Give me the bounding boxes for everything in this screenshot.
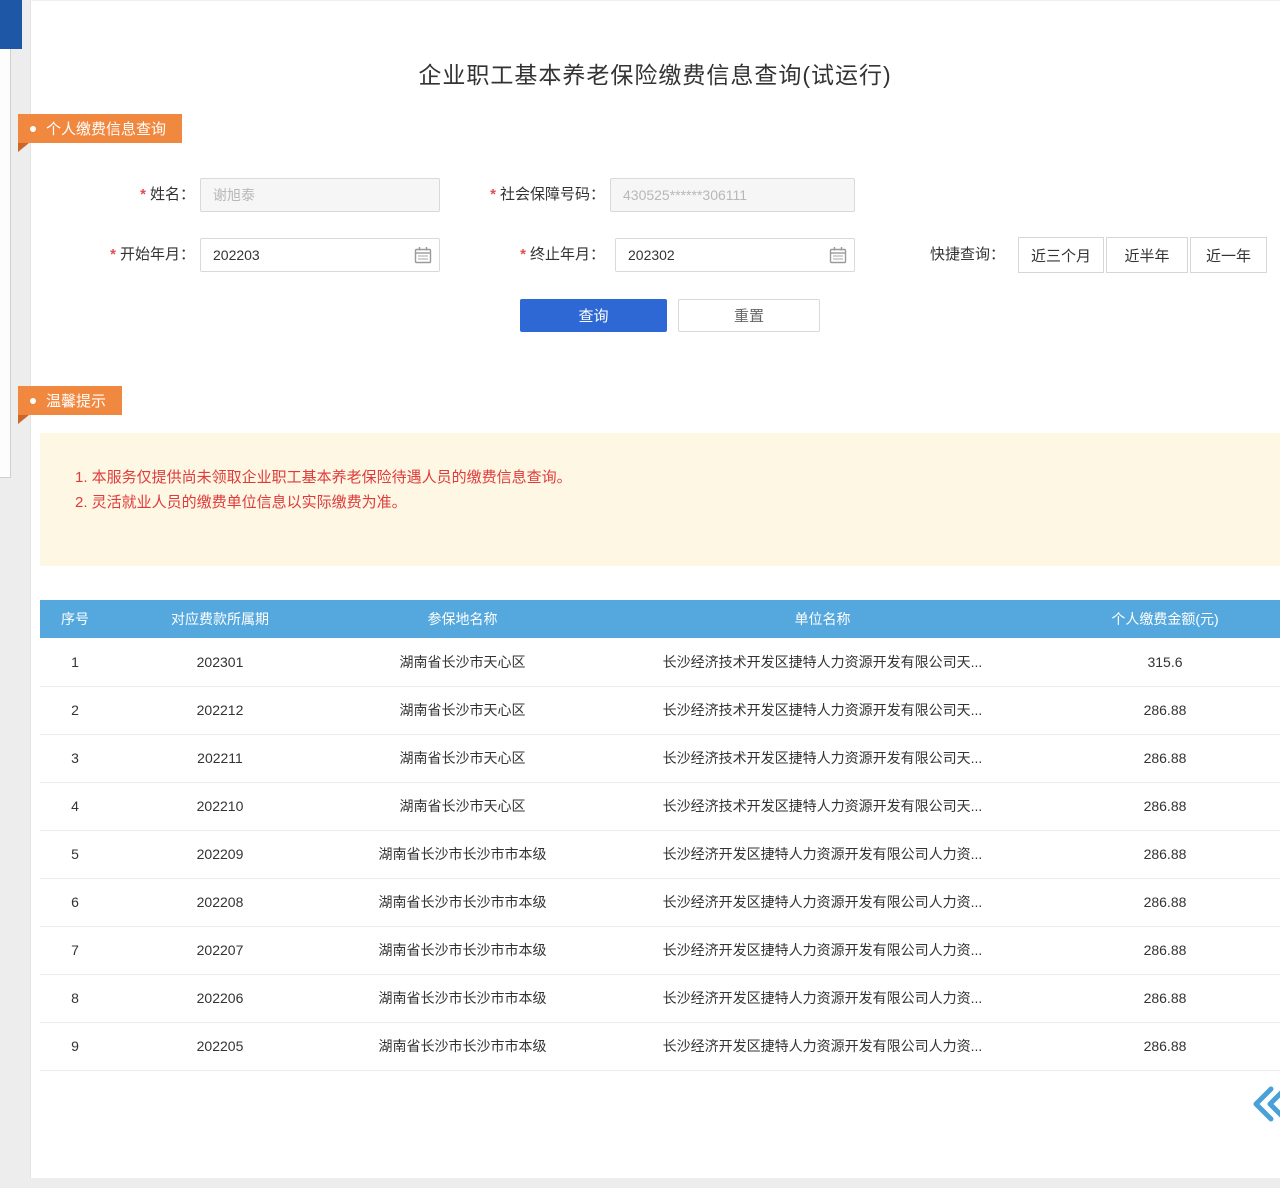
table-cell: 286.88 <box>1050 974 1280 1022</box>
table-row: 3202211湖南省长沙市天心区长沙经济技术开发区捷特人力资源开发有限公司天..… <box>40 734 1280 782</box>
section-badge-query-label: 个人缴费信息查询 <box>46 118 166 139</box>
section-badge-query: 个人缴费信息查询 <box>18 114 182 143</box>
section-badge-tips: 温馨提示 <box>18 386 122 415</box>
start-month-label: *开始年月： <box>85 238 195 272</box>
ssn-label: *社会保障号码： <box>455 178 605 212</box>
table-cell: 长沙经济开发区捷特人力资源开发有限公司人力资... <box>595 974 1050 1022</box>
bullet-icon <box>30 126 36 132</box>
query-button[interactable]: 查询 <box>520 299 667 332</box>
table-cell: 湖南省长沙市长沙市市本级 <box>330 926 595 974</box>
table-cell: 286.88 <box>1050 1022 1280 1070</box>
table-cell: 2 <box>40 686 110 734</box>
table-row: 8202206湖南省长沙市长沙市市本级长沙经济开发区捷特人力资源开发有限公司人力… <box>40 974 1280 1022</box>
name-label: *姓名： <box>85 178 195 212</box>
ssn-input <box>610 178 855 212</box>
table-cell: 315.6 <box>1050 638 1280 686</box>
table-cell: 9 <box>40 1022 110 1070</box>
table-row: 6202208湖南省长沙市长沙市市本级长沙经济开发区捷特人力资源开发有限公司人力… <box>40 878 1280 926</box>
ribbon-fold <box>18 415 29 424</box>
table-cell: 湖南省长沙市天心区 <box>330 734 595 782</box>
table-cell: 202205 <box>110 1022 330 1070</box>
required-marker: * <box>520 246 526 263</box>
table-cell: 湖南省长沙市长沙市市本级 <box>330 1022 595 1070</box>
table-cell: 286.88 <box>1050 734 1280 782</box>
table-cell: 202212 <box>110 686 330 734</box>
table-cell: 长沙经济技术开发区捷特人力资源开发有限公司天... <box>595 782 1050 830</box>
quick-option-oneyear[interactable]: 近一年 <box>1190 237 1267 273</box>
table-cell: 4 <box>40 782 110 830</box>
table-cell: 7 <box>40 926 110 974</box>
required-marker: * <box>140 186 146 203</box>
end-month-input[interactable] <box>615 238 855 272</box>
table-cell: 202211 <box>110 734 330 782</box>
table-cell: 湖南省长沙市长沙市市本级 <box>330 974 595 1022</box>
table-cell: 202209 <box>110 830 330 878</box>
table-cell: 湖南省长沙市长沙市市本级 <box>330 878 595 926</box>
tips-line-1: 1. 本服务仅提供尚未领取企业职工基本养老保险待遇人员的缴费信息查询。 <box>75 465 1260 490</box>
table-cell: 长沙经济技术开发区捷特人力资源开发有限公司天... <box>595 638 1050 686</box>
table-cell: 202208 <box>110 878 330 926</box>
table-cell: 8 <box>40 974 110 1022</box>
table-cell: 长沙经济开发区捷特人力资源开发有限公司人力资... <box>595 878 1050 926</box>
table-cell: 286.88 <box>1050 686 1280 734</box>
page-title: 企业职工基本养老保险缴费信息查询(试运行) <box>30 56 1280 90</box>
table-cell: 湖南省长沙市天心区 <box>330 638 595 686</box>
table-cell: 1 <box>40 638 110 686</box>
table-row: 5202209湖南省长沙市长沙市市本级长沙经济开发区捷特人力资源开发有限公司人力… <box>40 830 1280 878</box>
table-cell: 长沙经济技术开发区捷特人力资源开发有限公司天... <box>595 734 1050 782</box>
table-cell: 202207 <box>110 926 330 974</box>
page-background: { "title": "企业职工基本养老保险缴费信息查询(试运行)", "bad… <box>0 0 1280 1188</box>
left-sidebar-edge <box>0 0 11 478</box>
table-row: 2202212湖南省长沙市天心区长沙经济技术开发区捷特人力资源开发有限公司天..… <box>40 686 1280 734</box>
start-month-input[interactable] <box>200 238 440 272</box>
corner-accent-tab <box>0 0 22 49</box>
required-marker: * <box>110 246 116 263</box>
name-input <box>200 178 440 212</box>
table-cell: 湖南省长沙市天心区 <box>330 782 595 830</box>
bullet-icon <box>30 398 36 404</box>
table-cell: 湖南省长沙市天心区 <box>330 686 595 734</box>
col-header-employer: 单位名称 <box>595 600 1050 638</box>
table-row: 9202205湖南省长沙市长沙市市本级长沙经济开发区捷特人力资源开发有限公司人力… <box>40 1022 1280 1070</box>
col-header-amount: 个人缴费金额(元) <box>1050 600 1280 638</box>
table-cell: 202210 <box>110 782 330 830</box>
table-row: 4202210湖南省长沙市天心区长沙经济技术开发区捷特人力资源开发有限公司天..… <box>40 782 1280 830</box>
table-cell: 长沙经济开发区捷特人力资源开发有限公司人力资... <box>595 1022 1050 1070</box>
table-cell: 286.88 <box>1050 830 1280 878</box>
table-cell: 长沙经济开发区捷特人力资源开发有限公司人力资... <box>595 830 1050 878</box>
table-cell: 长沙经济开发区捷特人力资源开发有限公司人力资... <box>595 926 1050 974</box>
quick-option-3months[interactable]: 近三个月 <box>1018 237 1104 273</box>
table-header: 序号 对应费款所属期 参保地名称 单位名称 个人缴费金额(元) <box>40 600 1280 638</box>
calendar-icon[interactable] <box>829 246 847 264</box>
table-cell: 286.88 <box>1050 782 1280 830</box>
section-badge-tips-label: 温馨提示 <box>46 390 106 411</box>
table-cell: 湖南省长沙市长沙市市本级 <box>330 830 595 878</box>
quick-query-label: 快捷查询： <box>930 237 1012 273</box>
results-table: 序号 对应费款所属期 参保地名称 单位名称 个人缴费金额(元) 1202301湖… <box>40 600 1280 1071</box>
quick-option-halfyear[interactable]: 近半年 <box>1106 237 1188 273</box>
table-cell: 3 <box>40 734 110 782</box>
table-cell: 6 <box>40 878 110 926</box>
table-body: 1202301湖南省长沙市天心区长沙经济技术开发区捷特人力资源开发有限公司天..… <box>40 638 1280 1070</box>
table-cell: 286.88 <box>1050 926 1280 974</box>
col-header-period: 对应费款所属期 <box>110 600 330 638</box>
ribbon-fold <box>18 143 29 152</box>
reset-button[interactable]: 重置 <box>678 299 820 332</box>
table-row: 1202301湖南省长沙市天心区长沙经济技术开发区捷特人力资源开发有限公司天..… <box>40 638 1280 686</box>
table-cell: 202301 <box>110 638 330 686</box>
table-row: 7202207湖南省长沙市长沙市市本级长沙经济开发区捷特人力资源开发有限公司人力… <box>40 926 1280 974</box>
table-cell: 长沙经济技术开发区捷特人力资源开发有限公司天... <box>595 686 1050 734</box>
tips-line-2: 2. 灵活就业人员的缴费单位信息以实际缴费为准。 <box>75 490 1260 515</box>
table-cell: 286.88 <box>1050 878 1280 926</box>
col-header-index: 序号 <box>40 600 110 638</box>
collapse-double-left-chevron-icon[interactable] <box>1247 1082 1280 1126</box>
end-month-label: *终止年月： <box>470 238 605 272</box>
required-marker: * <box>490 186 496 203</box>
table-cell: 5 <box>40 830 110 878</box>
col-header-region: 参保地名称 <box>330 600 595 638</box>
table-cell: 202206 <box>110 974 330 1022</box>
tips-notice-box: 1. 本服务仅提供尚未领取企业职工基本养老保险待遇人员的缴费信息查询。 2. 灵… <box>40 433 1280 566</box>
calendar-icon[interactable] <box>414 246 432 264</box>
